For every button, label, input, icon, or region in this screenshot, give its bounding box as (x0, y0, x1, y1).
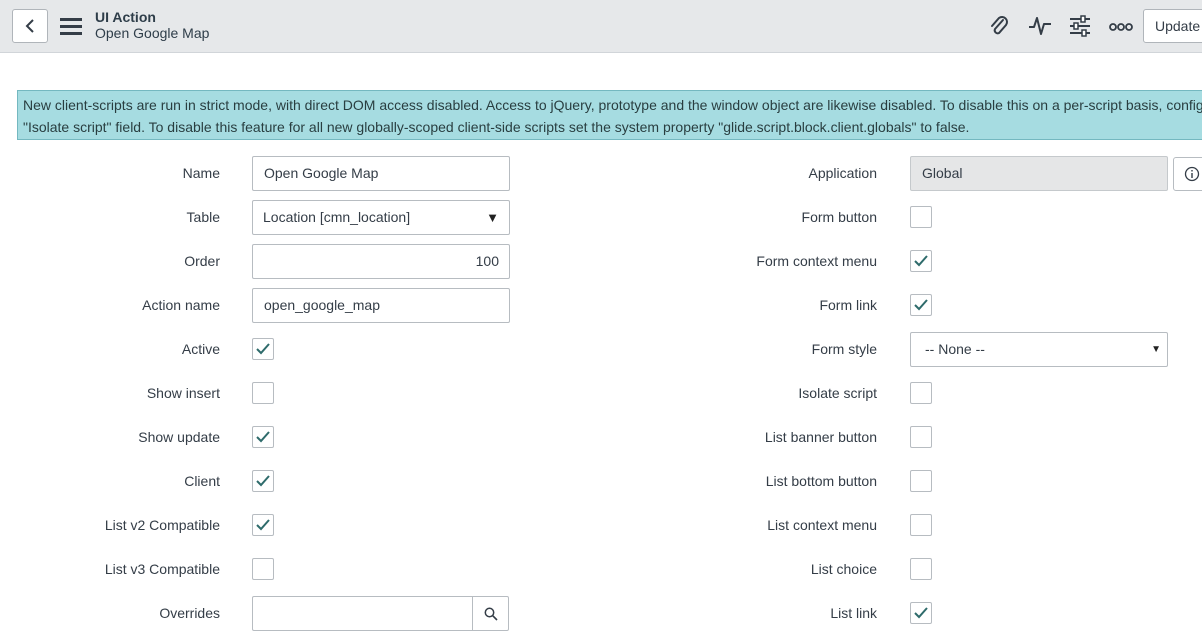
banner-line-1: New client-scripts are run in strict mod… (23, 97, 1202, 113)
overrides-lookup-button[interactable] (472, 597, 508, 630)
checkmark-icon (914, 607, 928, 619)
info-icon (1184, 166, 1200, 182)
update-button[interactable]: Update (1143, 9, 1202, 43)
more-options-icon[interactable] (1109, 14, 1133, 38)
form-button-label: Form button (801, 209, 877, 225)
dropdown-triangle-icon: ▼ (486, 210, 499, 225)
dropdown-triangle-icon: ▼ (1151, 344, 1161, 355)
active-label: Active (181, 341, 220, 357)
table-select-value: Location [cmn_location] (263, 209, 411, 225)
list-v2-compatible-label: List v2 Compatible (104, 517, 220, 533)
list-choice-checkbox[interactable] (910, 558, 932, 580)
application-info-button[interactable] (1173, 157, 1202, 191)
form-context-menu-checkbox[interactable] (910, 250, 932, 272)
form-style-select-value: -- None -- (925, 341, 985, 357)
paperclip-icon[interactable] (987, 14, 1011, 38)
list-choice-label: List choice (810, 561, 877, 577)
info-message-banner: New client-scripts are run in strict mod… (17, 90, 1202, 140)
header-titles: UI Action Open Google Map (95, 9, 209, 41)
name-label: Name (182, 165, 220, 181)
list-bottom-button-label: List bottom button (765, 473, 877, 489)
checkmark-icon (256, 431, 270, 443)
isolate-script-checkbox[interactable] (910, 382, 932, 404)
list-banner-button-label: List banner button (764, 429, 877, 445)
isolate-script-label: Isolate script (798, 385, 877, 401)
list-link-checkbox[interactable] (910, 602, 932, 624)
overrides-label: Overrides (159, 605, 220, 621)
list-v2-compatible-checkbox[interactable] (252, 514, 274, 536)
list-link-label: List link (830, 605, 877, 621)
search-icon (484, 607, 498, 621)
show-insert-label: Show insert (146, 385, 220, 401)
checkmark-icon (914, 255, 928, 267)
active-checkbox[interactable] (252, 338, 274, 360)
checkmark-icon (914, 299, 928, 311)
list-context-menu-checkbox[interactable] (910, 514, 932, 536)
record-name-title: Open Google Map (95, 25, 210, 41)
list-bottom-button-checkbox[interactable] (910, 470, 932, 492)
order-label: Order (184, 253, 220, 269)
name-input[interactable]: Open Google Map (252, 156, 510, 191)
action-name-label: Action name (142, 297, 220, 313)
client-checkbox[interactable] (252, 470, 274, 492)
form-header: UI Action Open Google Map Update (0, 0, 1202, 53)
back-icon (25, 19, 34, 33)
overrides-reference-field[interactable] (252, 596, 509, 631)
table-label: Table (186, 209, 220, 225)
hamburger-menu-icon[interactable] (60, 17, 82, 35)
checkmark-icon (256, 519, 270, 531)
application-label: Application (808, 165, 878, 181)
list-banner-button-checkbox[interactable] (910, 426, 932, 448)
list-v3-compatible-checkbox[interactable] (252, 558, 274, 580)
form-style-label: Form style (811, 341, 877, 357)
form-style-select[interactable]: -- None -- ▼ (910, 332, 1168, 367)
sliders-icon[interactable] (1068, 14, 1092, 38)
order-input[interactable]: 100 (252, 244, 510, 279)
checkmark-icon (256, 343, 270, 355)
form-link-label: Form link (819, 297, 877, 313)
record-type-title: UI Action (95, 9, 156, 25)
action-name-input[interactable]: open_google_map (252, 288, 510, 323)
table-select[interactable]: Location [cmn_location] ▼ (252, 200, 510, 235)
list-v3-compatible-label: List v3 Compatible (104, 561, 220, 577)
show-insert-checkbox[interactable] (252, 382, 274, 404)
form-link-checkbox[interactable] (910, 294, 932, 316)
show-update-checkbox[interactable] (252, 426, 274, 448)
checkmark-icon (256, 475, 270, 487)
client-label: Client (184, 473, 220, 489)
activity-pulse-icon[interactable] (1028, 14, 1052, 38)
show-update-label: Show update (138, 429, 220, 445)
form-context-menu-label: Form context menu (756, 253, 877, 269)
form-button-checkbox[interactable] (910, 206, 932, 228)
banner-line-2: "Isolate script" field. To disable this … (23, 119, 970, 135)
list-context-menu-label: List context menu (767, 517, 877, 533)
application-field: Global (910, 156, 1168, 191)
back-button[interactable] (12, 9, 48, 43)
